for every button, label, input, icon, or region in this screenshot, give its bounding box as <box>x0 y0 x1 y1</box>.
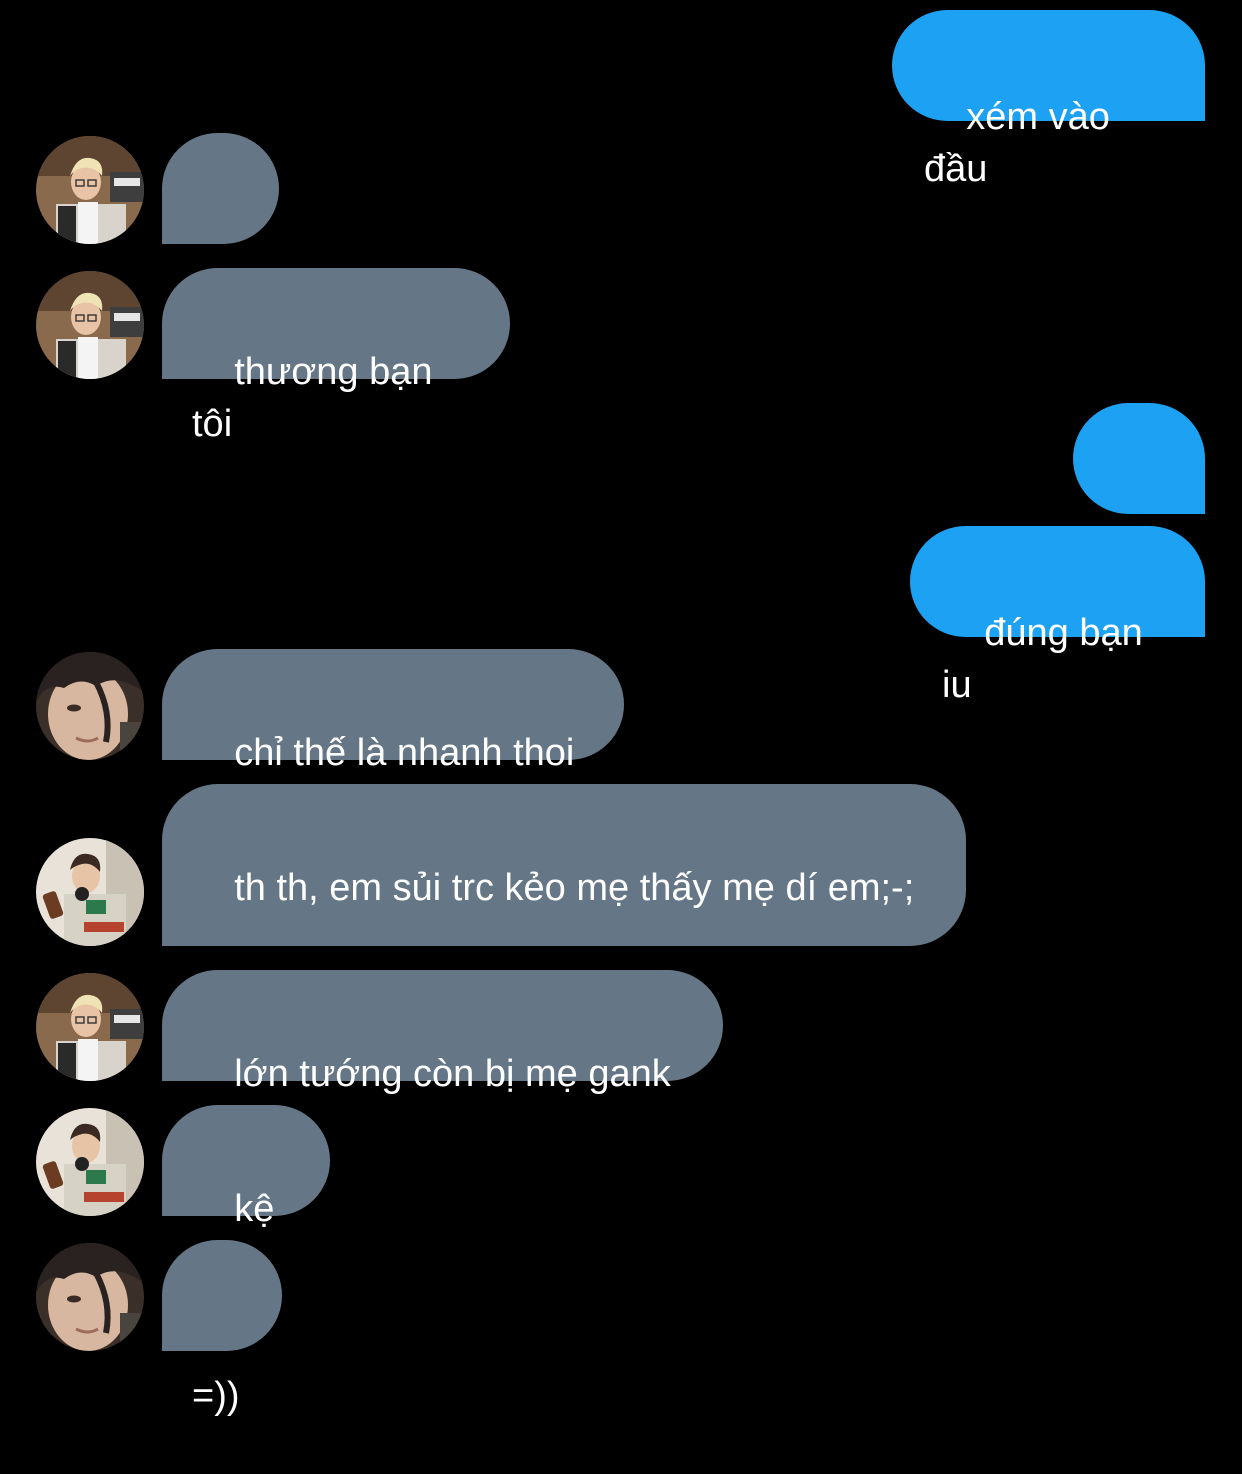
avatar-image <box>36 973 144 1081</box>
avatar-image <box>36 1243 144 1351</box>
message-text: =)) <box>192 1375 240 1417</box>
message-bubble-incoming[interactable]: thương bạn tôi <box>162 268 510 445</box>
message-text: chỉ thế là nhanh thoi <box>234 732 575 774</box>
avatar[interactable] <box>36 838 144 946</box>
message-text: th th, em sủi trc kẻo mẹ thấy mẹ dí em;-… <box>234 867 915 909</box>
avatar-image <box>36 838 144 946</box>
message-text: lớn tướng còn bị mẹ gank <box>234 1053 671 1095</box>
message-text: xém vào đầu <box>924 96 1121 190</box>
conversation-thread: xém vào đầu vcl thương bạn tôi hihi đúng… <box>0 0 1242 1417</box>
message-bubble-incoming[interactable]: kệ bé <box>162 1105 330 1282</box>
message-bubble-outgoing[interactable]: hihi <box>1073 403 1205 583</box>
avatar-image <box>36 1108 144 1216</box>
message-text: đúng bạn iu <box>942 612 1154 706</box>
message-bubble-incoming[interactable]: lớn tướng còn bị mẹ gank <box>162 970 723 1095</box>
avatar[interactable] <box>36 1108 144 1216</box>
avatar[interactable] <box>36 652 144 760</box>
message-bubble-outgoing[interactable]: đúng bạn iu <box>910 526 1205 706</box>
message-bubble-outgoing[interactable]: xém vào đầu <box>892 10 1205 190</box>
message-bubble-incoming[interactable]: vcl <box>162 133 279 310</box>
message-text: thương bạn tôi <box>192 351 444 445</box>
message-bubble-incoming[interactable]: th th, em sủi trc kẻo mẹ thấy mẹ dí em;-… <box>162 784 966 946</box>
message-bubble-incoming[interactable]: chỉ thế là nhanh thoi <box>162 649 624 774</box>
avatar-image <box>36 271 144 379</box>
avatar-image <box>36 652 144 760</box>
avatar[interactable] <box>36 136 144 244</box>
message-bubble-incoming[interactable]: =)) <box>162 1240 282 1417</box>
avatar[interactable] <box>36 271 144 379</box>
avatar-image <box>36 136 144 244</box>
avatar[interactable] <box>36 973 144 1081</box>
avatar[interactable] <box>36 1243 144 1351</box>
